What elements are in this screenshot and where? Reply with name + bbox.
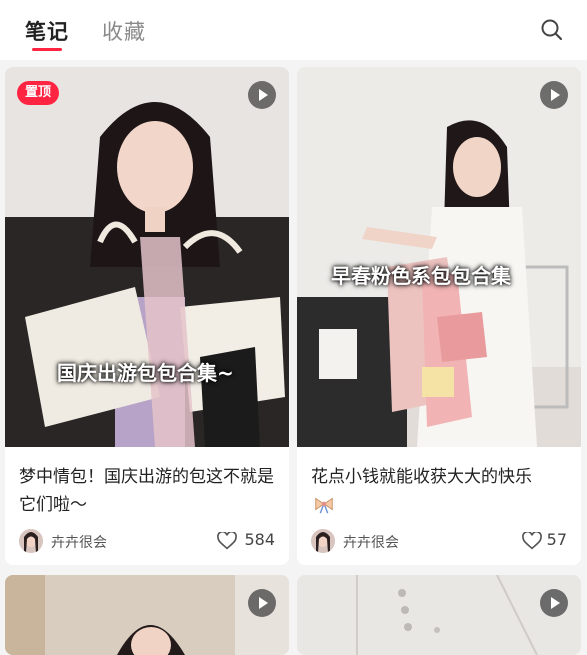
play-icon[interactable] (248, 589, 276, 617)
pinned-badge: 置顶 (17, 81, 60, 105)
like-count: 584 (244, 530, 275, 549)
note-meta: 卉卉很会 584 (19, 529, 275, 555)
note-cover-image[interactable] (297, 575, 581, 655)
tab-favorites[interactable]: 收藏 (102, 16, 146, 46)
heart-icon[interactable] (217, 532, 237, 550)
note-cover-image[interactable]: 置顶 国庆出游包包合集~ (5, 67, 289, 447)
note-card[interactable]: 置顶 国庆出游包包合集~ 梦中情包！国庆出游的包这不就是它们啦～ 卉卉很会 58… (5, 67, 289, 565)
note-cover-image[interactable]: 早春粉色系包包合集 (297, 67, 581, 447)
note-card[interactable] (5, 575, 289, 655)
note-title[interactable]: 梦中情包！国庆出游的包这不就是它们啦～ (19, 463, 277, 519)
cover-caption: 早春粉色系包包合集 (331, 264, 511, 288)
heart-icon[interactable] (522, 532, 542, 550)
note-cover-image[interactable] (5, 575, 289, 655)
avatar[interactable] (311, 529, 335, 553)
note-meta: 卉卉很会 57 (311, 529, 567, 555)
cover-caption: 国庆出游包包合集~ (57, 361, 234, 385)
cover-illustration (5, 575, 289, 655)
play-icon[interactable] (540, 589, 568, 617)
note-card[interactable] (297, 575, 581, 655)
tab-notes[interactable]: 笔记 (25, 16, 69, 46)
note-card[interactable]: 早春粉色系包包合集 花点小钱就能收获大大的快乐 卉卉很会 57 (297, 67, 581, 565)
cover-illustration (297, 67, 581, 447)
author-name[interactable]: 卉卉很会 (343, 532, 399, 552)
cover-illustration (5, 67, 289, 447)
play-icon[interactable] (248, 81, 276, 109)
top-bar: 笔记 收藏 (0, 0, 587, 60)
avatar[interactable] (19, 529, 43, 553)
play-icon[interactable] (540, 81, 568, 109)
bow-emoji-icon (315, 497, 333, 514)
tab-underline (32, 48, 62, 51)
cover-illustration (297, 575, 581, 655)
author-name[interactable]: 卉卉很会 (51, 532, 107, 552)
search-icon[interactable] (540, 18, 564, 42)
note-title[interactable]: 花点小钱就能收获大大的快乐 (311, 463, 569, 491)
like-count: 57 (546, 530, 567, 549)
